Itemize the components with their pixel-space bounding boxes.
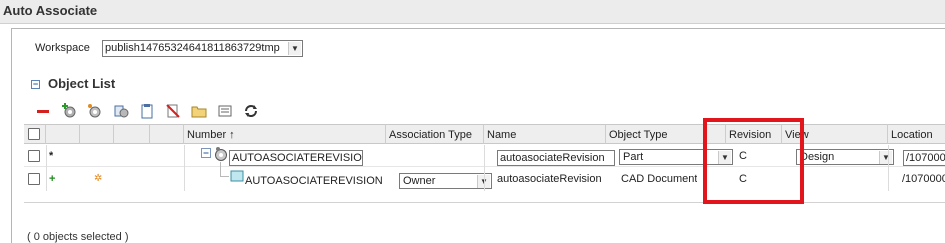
header-association-type[interactable]: Association Type <box>386 124 484 144</box>
association-type-value: Owner <box>403 175 436 187</box>
change-indicator-icon: ✲ <box>94 173 103 184</box>
add-gear-icon[interactable] <box>58 102 80 120</box>
row-checkbox[interactable] <box>28 150 40 162</box>
object-type-value: CAD Document <box>621 173 698 185</box>
col-divider <box>46 145 47 191</box>
tree-connector-horizontal <box>220 176 229 177</box>
col-divider <box>888 145 889 191</box>
chevron-down-icon: ▼ <box>879 151 892 164</box>
object-list-collapse-icon[interactable]: − <box>31 80 40 89</box>
association-type-select[interactable]: Owner ▼ <box>399 173 492 189</box>
object-list-title: Object List <box>48 76 116 91</box>
new-marker: * <box>49 150 54 162</box>
cad-document-icon <box>230 169 244 191</box>
folder-icon[interactable] <box>188 102 210 120</box>
tree-connector <box>220 162 221 176</box>
gear-icon[interactable] <box>84 102 106 120</box>
auto-associate-panel: Workspace publish1476532464181186372​9tm… <box>11 28 945 243</box>
clipboard-icon[interactable] <box>136 102 158 120</box>
select-all-checkbox[interactable] <box>28 128 40 140</box>
name-input[interactable]: autoasociateRevision <box>497 150 615 166</box>
header-number[interactable]: Number ↑ <box>184 124 386 144</box>
add-marker: + <box>49 173 56 185</box>
list-icon[interactable] <box>214 102 236 120</box>
col-divider <box>484 145 485 191</box>
name-value: autoasociateRevision <box>497 173 602 185</box>
revision-highlight-box <box>703 118 804 204</box>
location-value: /10700001 <box>902 173 945 185</box>
workspace-label: Workspace <box>35 42 90 54</box>
table-bottom-border <box>24 202 945 203</box>
header-blank-4 <box>150 124 184 144</box>
window-title: Auto Associate <box>0 0 945 24</box>
part-gear-icon <box>213 146 229 168</box>
object-type-value: Part <box>623 151 644 163</box>
location-input[interactable]: /10700001 <box>903 150 945 166</box>
header-blank-3 <box>114 124 150 144</box>
number-input[interactable]: AUTOASOCIATEREVISION <box>229 150 363 166</box>
header-location[interactable]: Location <box>888 124 945 144</box>
workspace-select[interactable]: publish1476532464181186372​9tmp ▼ <box>102 40 303 57</box>
object-list-toolbar <box>32 100 266 122</box>
remove-icon[interactable] <box>32 102 54 120</box>
associate-icon[interactable] <box>110 102 132 120</box>
header-blank-2 <box>80 124 114 144</box>
col-divider <box>184 145 185 191</box>
selection-status: ( 0 objects selected ) <box>27 231 129 243</box>
delete-icon[interactable] <box>162 102 184 120</box>
number-value: AUTOASOCIATEREVISION <box>245 175 383 187</box>
tree-expand-icon[interactable] <box>201 148 213 160</box>
header-select-all <box>24 124 46 144</box>
view-select[interactable]: Design ▼ <box>796 149 894 165</box>
header-blank-1 <box>46 124 80 144</box>
view-value: Design <box>800 151 835 163</box>
workspace-value: publish1476532464181186372​9tmp <box>105 42 280 54</box>
refresh-icon[interactable] <box>240 102 262 120</box>
object-list-table: Number ↑ Association Type Name Object Ty… <box>24 124 945 215</box>
header-name[interactable]: Name <box>484 124 606 144</box>
chevron-down-icon: ▼ <box>288 42 301 55</box>
row-checkbox[interactable] <box>28 173 40 185</box>
